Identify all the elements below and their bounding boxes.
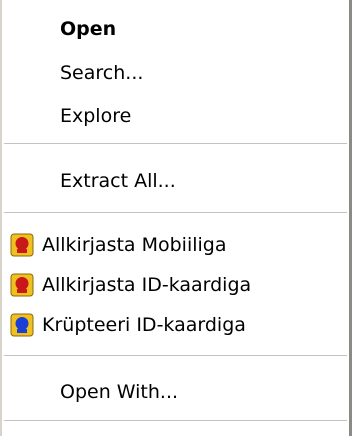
menu-item-explore[interactable]: Explore: [2, 99, 349, 133]
id-card-red-icon: [10, 233, 34, 257]
menu-item-label: Search...: [60, 62, 144, 84]
menu-item-sign-id-card[interactable]: Allkirjasta ID-kaardiga: [2, 268, 349, 302]
menu-item-label: Krüpteeri ID-kaardiga: [42, 314, 246, 336]
menu-item-label: Extract All...: [60, 170, 176, 192]
menu-item-extract-all[interactable]: Extract All...: [2, 164, 349, 198]
menu-item-search[interactable]: Search...: [2, 56, 349, 90]
menu-separator: [4, 355, 347, 357]
menu-item-label: Allkirjasta ID-kaardiga: [42, 274, 252, 296]
menu-item-label: Open With...: [60, 381, 179, 403]
menu-item-sign-mobile[interactable]: Allkirjasta Mobiiliga: [2, 228, 349, 262]
id-card-red-icon: [10, 273, 34, 297]
context-menu: Open Search... Explore Extract All... Al…: [0, 0, 352, 436]
menu-separator: [4, 420, 347, 422]
menu-item-open[interactable]: Open: [2, 12, 349, 46]
menu-separator: [4, 212, 347, 214]
menu-item-open-with[interactable]: Open With...: [2, 375, 349, 409]
id-card-blue-icon: [10, 313, 34, 337]
menu-item-encrypt-id-card[interactable]: Krüpteeri ID-kaardiga: [2, 308, 349, 342]
menu-item-label: Open: [60, 18, 117, 40]
menu-separator: [4, 143, 347, 145]
menu-item-label: Explore: [60, 105, 132, 127]
menu-item-label: Allkirjasta Mobiiliga: [42, 234, 227, 256]
